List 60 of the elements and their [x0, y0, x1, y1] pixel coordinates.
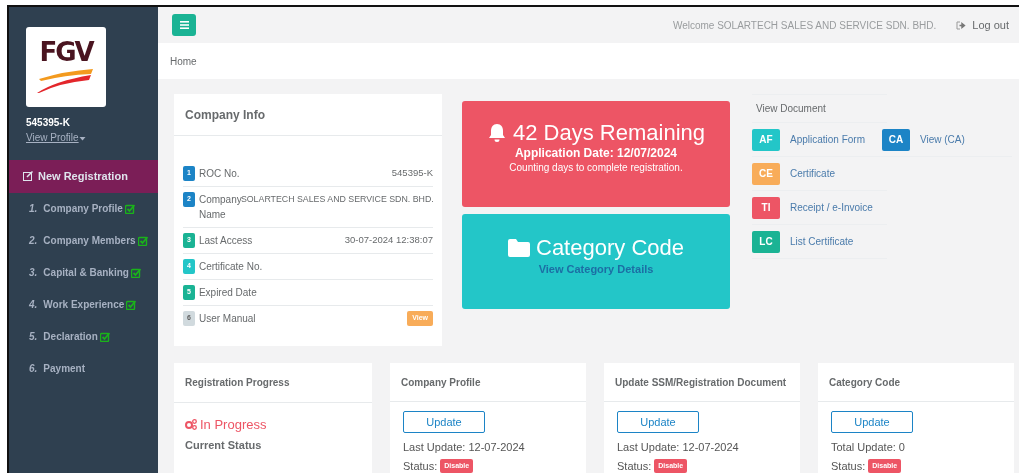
edit-icon — [23, 171, 33, 182]
status-label: Status: — [831, 458, 866, 473]
menu-item[interactable]: 5. Declaration — [9, 320, 158, 353]
countdown-note: Counting days to complete registration. — [508, 161, 684, 176]
info-value: 545395-K — [391, 166, 433, 180]
view-profile-link[interactable]: View Profile — [26, 130, 158, 145]
section-title: View Document — [752, 94, 887, 123]
gears-icon — [185, 419, 197, 431]
card-title: Category Code — [818, 363, 1014, 402]
document-link[interactable]: Certificate — [790, 166, 835, 181]
card-title: Registration Progress — [174, 363, 372, 403]
logo-text: FGV — [39, 39, 93, 65]
last-update-text: Total Update: 0 — [831, 440, 905, 455]
welcome-text: Welcome SOLARTECH SALES AND SERVICE SDN. BHD. — [672, 18, 937, 33]
category-details-link[interactable]: View Category Details — [538, 261, 654, 278]
status-caption: Current Status — [185, 437, 262, 453]
status-text: In Progress — [200, 416, 267, 434]
logout-link[interactable]: Log out — [956, 16, 1009, 34]
document-link[interactable]: List Certificate — [790, 234, 854, 249]
menu-item[interactable]: 1. Company Profile — [9, 192, 158, 225]
card-title: Update SSM/Registration Document — [604, 363, 800, 402]
menu-item[interactable]: 6. Payment — [9, 352, 158, 385]
update-button[interactable]: Update — [403, 411, 485, 433]
document-code[interactable]: LC — [752, 230, 780, 253]
logout-icon — [956, 20, 967, 30]
info-label: User Manual — [198, 312, 256, 326]
menu-item[interactable]: 3. Capital & Banking — [9, 256, 158, 289]
update-button[interactable]: Update — [617, 411, 699, 433]
menu-item[interactable]: New Registration — [9, 160, 158, 193]
application-date: Application Date: 12/07/2024 — [513, 147, 679, 161]
info-value: SOLARTECH SALES AND SERVICE SDN. BHD. — [240, 193, 434, 204]
menu-icon — [179, 21, 189, 29]
info-label: Certificate No. — [198, 260, 263, 274]
status-label: Status: — [403, 458, 438, 473]
folder-icon — [508, 239, 530, 258]
menu-item[interactable]: 4. Work Experience — [9, 288, 158, 321]
last-update-text: Last Update: 12-07-2024 — [617, 440, 739, 455]
info-label: Last Access — [198, 234, 253, 248]
bell-icon — [487, 123, 507, 144]
info-label: Company Name — [198, 193, 241, 222]
document-link[interactable]: Receipt / e-Invoice — [790, 200, 873, 215]
info-label: ROC No. — [198, 167, 240, 181]
card-title: Company Info — [174, 94, 442, 136]
info-value: 30-07-2024 12:38:07 — [344, 233, 433, 247]
document-code[interactable]: TI — [752, 196, 780, 219]
document-link[interactable]: View (CA) — [920, 132, 965, 147]
caret-icon — [78, 135, 86, 141]
menu-item[interactable]: 2. Company Members — [9, 224, 158, 257]
update-button[interactable]: Update — [831, 411, 913, 433]
last-update-text: Last Update: 12-07-2024 — [403, 440, 525, 455]
card-title: Company Profile — [390, 363, 586, 402]
countdown-title: 42 Days Remaining — [513, 121, 705, 146]
document-link[interactable]: Application Form — [790, 132, 866, 147]
category-title: Category Code — [536, 236, 684, 261]
company-id: 545395-K — [26, 116, 71, 130]
breadcrumb-item[interactable]: Home — [170, 53, 197, 69]
status-label: Status: — [617, 458, 652, 473]
document-code[interactable]: CA — [882, 128, 910, 151]
menu-button[interactable] — [172, 14, 196, 36]
info-label: Expired Date — [198, 286, 257, 300]
